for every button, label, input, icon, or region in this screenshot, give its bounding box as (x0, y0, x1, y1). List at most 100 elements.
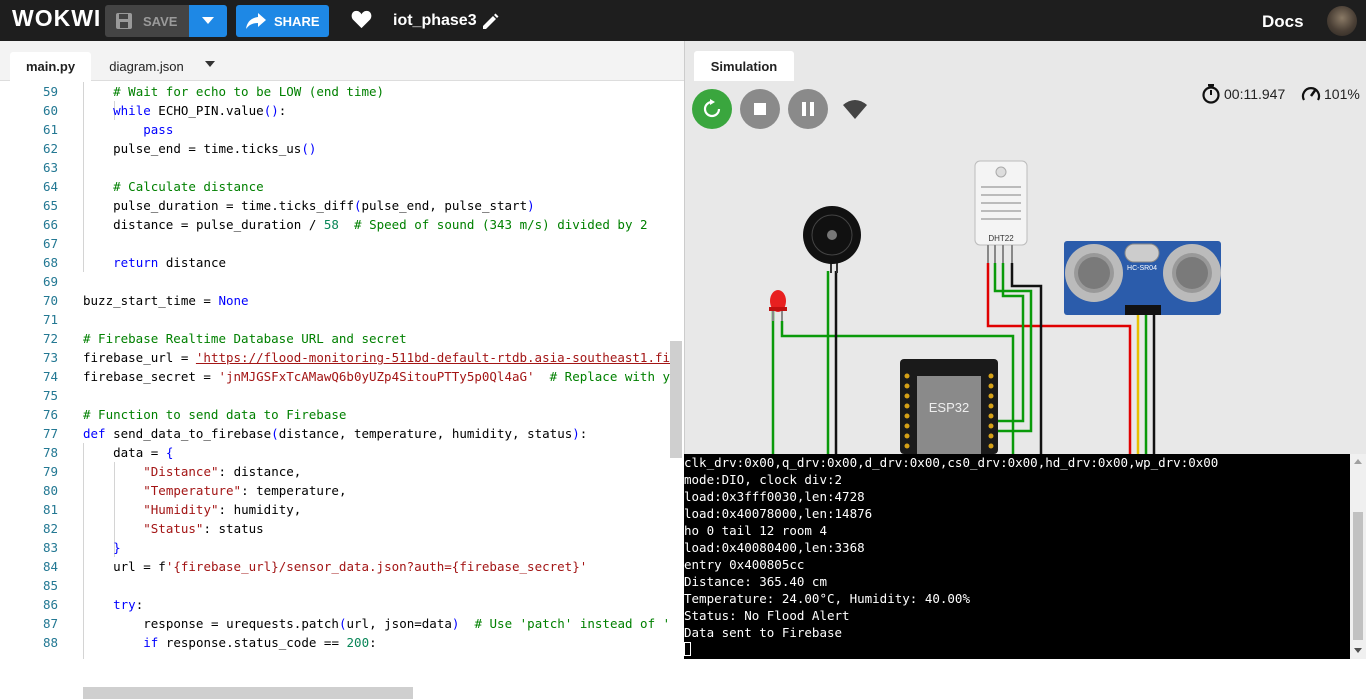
code-line[interactable]: 70 buzz_start_time = None (0, 291, 670, 310)
code-line[interactable]: 78 data = { (0, 443, 670, 462)
caret-down-icon (202, 17, 214, 24)
code-text: pulse_end = time.ticks_us() (113, 141, 317, 156)
code-line[interactable]: 68 return distance (0, 253, 670, 272)
timer-value: 00:11.947 (1224, 86, 1286, 102)
code-line[interactable]: 76 # Function to send data to Firebase (0, 405, 670, 424)
docs-link[interactable]: Docs (1262, 12, 1304, 32)
console-scroll-thumb[interactable] (1353, 512, 1363, 640)
line-number: 74 (42, 369, 58, 384)
code-line[interactable]: 74 firebase_secret = 'jnMJGSFxTcAMawQ6b0y… (0, 367, 670, 386)
code-text: def send_data_to_firebase(distance, temp… (83, 426, 588, 441)
save-button[interactable]: SAVE (105, 5, 193, 37)
avatar[interactable] (1327, 6, 1357, 36)
code-line[interactable]: 61 pass (0, 120, 670, 139)
serial-monitor[interactable]: clk_drv:0x00,q_drv:0x00,d_drv:0x00,cs0_d… (684, 454, 1350, 659)
code-line[interactable]: 87 response = urequests.patch(url, json=… (0, 614, 670, 633)
stop-button[interactable] (740, 89, 780, 129)
code-line[interactable]: 84 url = f'{firebase_url}/sensor_data.js… (0, 557, 670, 576)
speed-value: 101% (1324, 86, 1360, 102)
editor-tabs: main.py diagram.json (0, 41, 684, 81)
code-line[interactable]: 69 (0, 272, 670, 291)
code-text: url = f'{firebase_url}/sensor_data.json?… (113, 559, 588, 574)
scroll-down-arrow-icon[interactable] (1354, 648, 1362, 653)
code-line[interactable]: 80 "Temperature": temperature, (0, 481, 670, 500)
line-number: 86 (42, 597, 58, 612)
code-line[interactable]: 65 pulse_duration = time.ticks_diff(puls… (0, 196, 670, 215)
speedometer-icon (1301, 87, 1321, 101)
code-line[interactable]: 83 } (0, 538, 670, 557)
console-line: load:0x3fff0030,len:4728 (684, 489, 865, 504)
code-line[interactable]: 88 if response.status_code == 200: (0, 633, 670, 652)
dht22-label: DHT22 (988, 234, 1014, 243)
code-text: buzz_start_time = None (83, 293, 249, 308)
console-line: entry 0x400805cc (684, 557, 805, 572)
console-line: Data sent to Firebase (684, 625, 843, 640)
pause-button[interactable] (788, 89, 828, 129)
save-icon (116, 13, 132, 29)
code-line[interactable]: 59 # Wait for echo to be LOW (end time) (0, 82, 670, 101)
console-line: ho 0 tail 12 room 4 (684, 523, 827, 538)
code-text: while ECHO_PIN.value(): (113, 103, 287, 118)
line-number: 84 (42, 559, 58, 574)
buzzer-part (803, 206, 861, 273)
line-number: 83 (42, 540, 58, 555)
scroll-up-arrow-icon[interactable] (1354, 459, 1362, 464)
line-number: 69 (42, 274, 58, 289)
tabs-menu-chevron-icon[interactable] (205, 61, 215, 67)
console-line: clk_drv:0x00,q_drv:0x00,d_drv:0x00,cs0_d… (684, 455, 1219, 470)
tab-simulation[interactable]: Simulation (694, 51, 794, 81)
save-options-dropdown[interactable] (189, 5, 227, 37)
code-line[interactable]: 85 (0, 576, 670, 595)
code-line[interactable]: 64 # Calculate distance (0, 177, 670, 196)
line-number: 60 (42, 103, 58, 118)
tab-diagram-json[interactable]: diagram.json (96, 52, 197, 81)
save-label: SAVE (143, 13, 178, 29)
code-line[interactable]: 63 (0, 158, 670, 177)
code-line[interactable]: 81 "Humidity": humidity, (0, 500, 670, 519)
code-line[interactable]: 77 def send_data_to_firebase(distance, te… (0, 424, 670, 443)
line-number: 66 (42, 217, 58, 232)
console-scrollbar[interactable] (1350, 454, 1366, 659)
heart-icon[interactable] (351, 10, 372, 29)
share-button[interactable]: SHARE (236, 5, 329, 37)
pencil-icon[interactable] (481, 13, 499, 31)
code-line[interactable]: 67 (0, 234, 670, 253)
restart-button[interactable] (692, 89, 732, 129)
code-line[interactable]: 82 "Status": status (0, 519, 670, 538)
code-line[interactable]: 86 try: (0, 595, 670, 614)
line-number: 79 (42, 464, 58, 479)
line-number: 62 (42, 141, 58, 156)
hc-sr04-label: HC-SR04 (1127, 265, 1157, 272)
line-number: 72 (42, 331, 58, 346)
code-line[interactable]: 72 # Firebase Realtime Database URL and s… (0, 329, 670, 348)
code-text: "Status": status (143, 521, 264, 536)
code-text: if response.status_code == 200: (143, 635, 377, 650)
code-line[interactable]: 66 distance = pulse_duration / 58 # Spee… (0, 215, 670, 234)
code-line[interactable]: 75 (0, 386, 670, 405)
editor-horizontal-scrollbar[interactable] (83, 687, 413, 699)
editor-vertical-scrollbar[interactable] (670, 341, 682, 458)
line-number: 78 (42, 445, 58, 460)
code-line[interactable]: 73 firebase_url = 'https://flood-monitori… (0, 348, 670, 367)
tab-main-py[interactable]: main.py (10, 52, 91, 81)
led-part (769, 290, 787, 321)
code-text: "Temperature": temperature, (143, 483, 347, 498)
line-number: 76 (42, 407, 58, 422)
code-line[interactable]: 62 pulse_end = time.ticks_us() (0, 139, 670, 158)
wokwi-logo[interactable]: WOKWI (12, 5, 101, 32)
code-line[interactable]: 71 (0, 310, 670, 329)
stopwatch-icon (1202, 84, 1220, 104)
code-text: # Function to send data to Firebase (83, 407, 347, 422)
project-name[interactable]: iot_phase3 (393, 12, 477, 30)
code-text: } (113, 540, 121, 555)
code-area[interactable]: 59 # Wait for echo to be LOW (end time) 6… (0, 82, 670, 659)
share-arrow-icon (246, 13, 266, 29)
wifi-icon[interactable] (843, 99, 867, 119)
console-line: Status: No Flood Alert (684, 608, 850, 623)
line-number: 81 (42, 502, 58, 517)
code-text: return distance (113, 255, 227, 270)
code-text: firebase_secret = 'jnMJGSFxTcAMawQ6b0yUZ… (83, 369, 670, 384)
code-line[interactable]: 79 "Distance": distance, (0, 462, 670, 481)
code-line[interactable]: 60 while ECHO_PIN.value(): (0, 101, 670, 120)
pause-icon (802, 102, 814, 116)
